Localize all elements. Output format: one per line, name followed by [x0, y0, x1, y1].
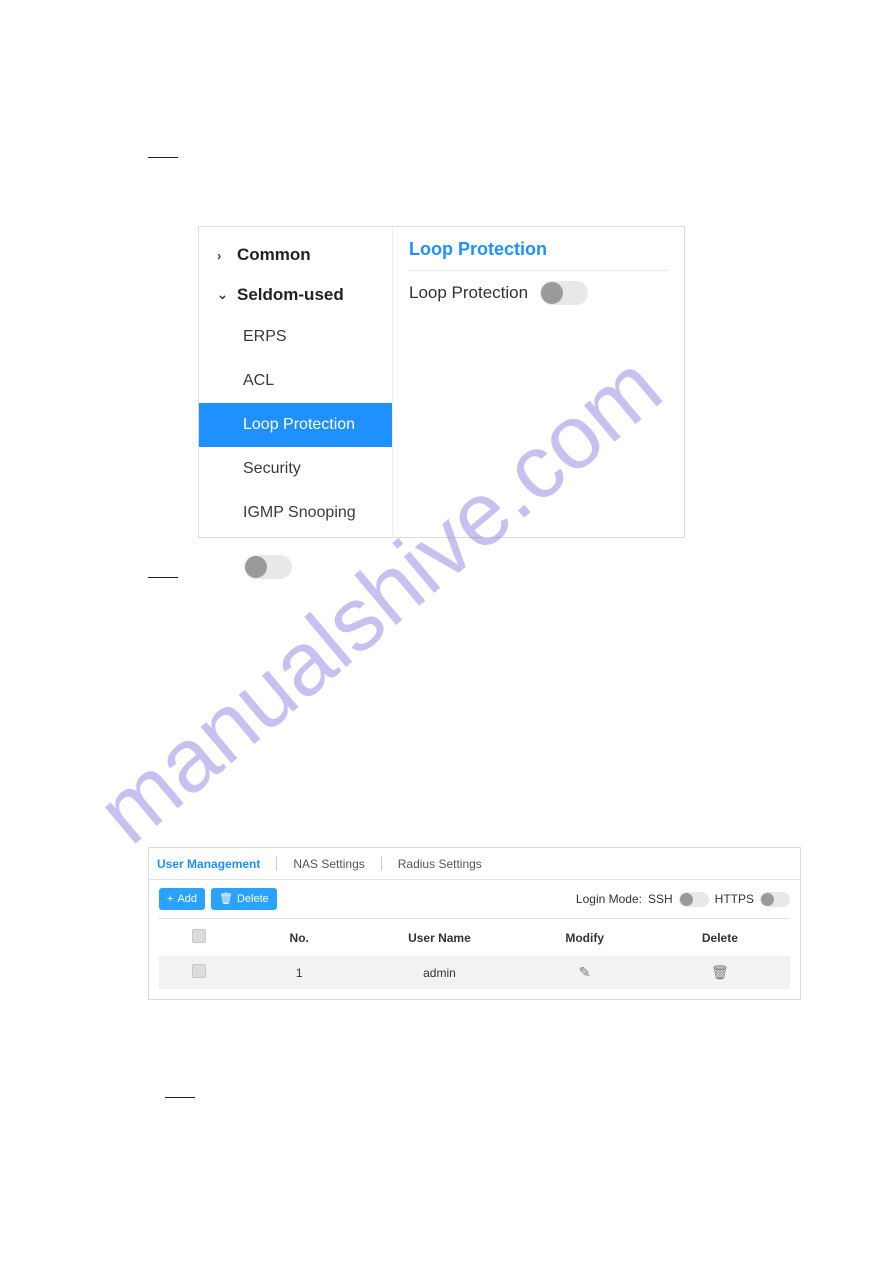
https-toggle[interactable]	[760, 892, 790, 907]
add-button[interactable]: + Add	[159, 888, 205, 910]
loop-protection-row: Loop Protection	[409, 281, 668, 305]
delete-button[interactable]: 🗑 Delete	[211, 888, 277, 910]
users-table: No. User Name Modify Delete 1 admin ✎ 🗑	[159, 918, 790, 989]
table-header-row: No. User Name Modify Delete	[159, 919, 790, 957]
header-username: User Name	[359, 919, 519, 957]
header-modify: Modify	[520, 919, 650, 957]
divider	[409, 270, 668, 271]
add-button-label: Add	[177, 893, 197, 905]
row-delete-cell: 🗑	[650, 956, 790, 989]
sidebar-group-common[interactable]: › Common	[199, 235, 392, 275]
row-modify-cell: ✎	[520, 956, 650, 989]
sidebar-item-igmp-snooping[interactable]: IGMP Snooping	[199, 491, 392, 535]
table-row: 1 admin ✎ 🗑	[159, 956, 790, 989]
row-checkbox[interactable]	[192, 964, 206, 978]
loop-protection-panel: › Common ⌄ Seldom-used ERPS ACL Loop Pro…	[198, 226, 685, 538]
decorative-line	[148, 577, 178, 578]
sidebar-group-label: Common	[237, 245, 311, 265]
login-mode-label: Login Mode:	[576, 892, 642, 906]
decorative-line	[148, 157, 178, 158]
toggle-knob-icon	[541, 282, 563, 304]
toolbar: + Add 🗑 Delete Login Mode: SSH HTTPS	[149, 880, 800, 918]
sidebar-item-erps[interactable]: ERPS	[199, 315, 392, 359]
sidebar-item-security[interactable]: Security	[199, 447, 392, 491]
user-management-panel: User Management NAS Settings Radius Sett…	[148, 847, 801, 1000]
login-mode: Login Mode: SSH HTTPS	[576, 892, 790, 907]
sidebar-item-acl[interactable]: ACL	[199, 359, 392, 403]
plus-icon: +	[167, 894, 173, 905]
toggle-knob-icon	[680, 893, 693, 906]
toggle-knob-icon	[761, 893, 774, 906]
row-checkbox-cell	[159, 956, 239, 989]
header-checkbox-cell	[159, 919, 239, 957]
row-number: 1	[239, 956, 359, 989]
trash-icon[interactable]: 🗑	[711, 964, 729, 980]
header-delete: Delete	[650, 919, 790, 957]
settings-sidebar: › Common ⌄ Seldom-used ERPS ACL Loop Pro…	[199, 227, 393, 537]
https-label: HTTPS	[715, 892, 754, 906]
tab-bar: User Management NAS Settings Radius Sett…	[149, 848, 800, 880]
divider	[381, 856, 382, 871]
content-pane: Loop Protection Loop Protection	[393, 227, 684, 537]
page-title: Loop Protection	[409, 239, 668, 260]
sidebar-group-seldom-used[interactable]: ⌄ Seldom-used	[199, 275, 392, 315]
caret-down-icon: ⌄	[217, 287, 227, 303]
caret-right-icon: ›	[217, 248, 227, 263]
tab-nas-settings[interactable]: NAS Settings	[287, 849, 370, 879]
row-username: admin	[359, 956, 519, 989]
divider	[276, 856, 277, 871]
tab-radius-settings[interactable]: Radius Settings	[392, 849, 488, 879]
trash-icon: 🗑	[219, 894, 233, 905]
header-no: No.	[239, 919, 359, 957]
loop-protection-label: Loop Protection	[409, 283, 528, 303]
decorative-line	[165, 1097, 195, 1098]
toggle-knob-icon	[245, 556, 267, 578]
delete-button-label: Delete	[237, 893, 269, 905]
edit-icon[interactable]: ✎	[579, 964, 591, 980]
sidebar-item-loop-protection[interactable]: Loop Protection	[199, 403, 392, 447]
loop-protection-toggle[interactable]	[540, 281, 588, 305]
ssh-label: SSH	[648, 892, 673, 906]
ssh-toggle[interactable]	[679, 892, 709, 907]
sidebar-group-label: Seldom-used	[237, 285, 344, 305]
tab-user-management[interactable]: User Management	[151, 849, 266, 879]
select-all-checkbox[interactable]	[192, 929, 206, 943]
example-toggle[interactable]	[244, 555, 292, 579]
